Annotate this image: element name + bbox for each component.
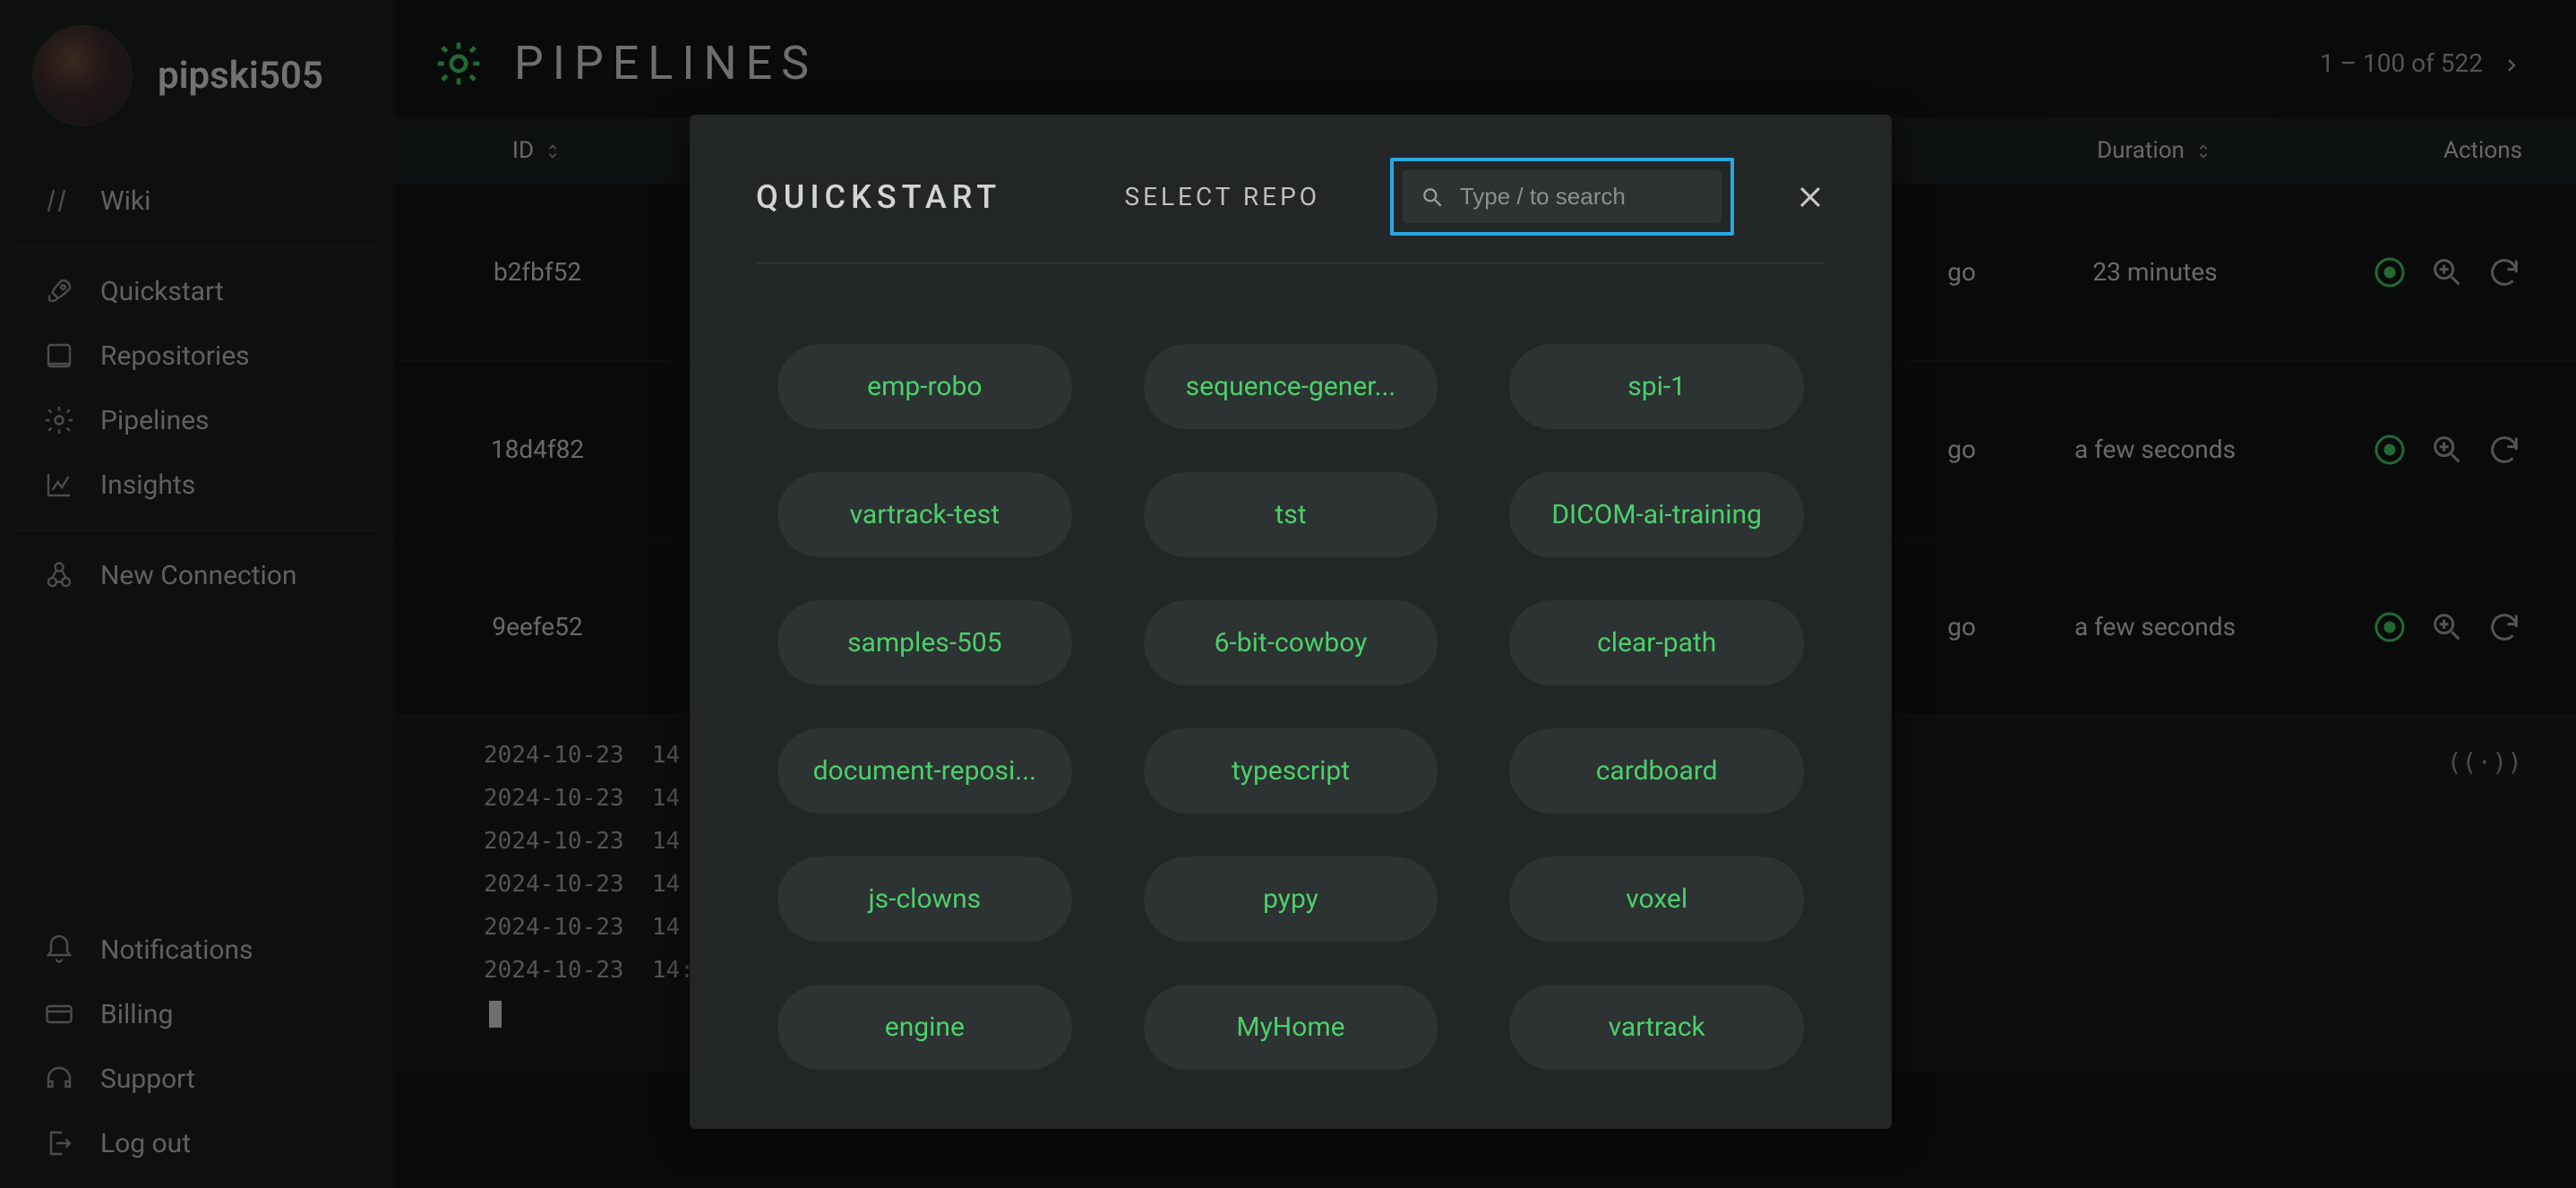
repo-pill[interactable]: engine: [777, 985, 1072, 1070]
repo-pill[interactable]: spi-1: [1509, 344, 1804, 429]
modal-header: QUICKSTART SELECT REPO: [756, 158, 1825, 263]
repo-pill[interactable]: clear-path: [1509, 600, 1804, 685]
repo-pill[interactable]: MyHome: [1144, 985, 1438, 1070]
repo-pill[interactable]: vartrack: [1509, 985, 1804, 1070]
search-input[interactable]: [1460, 183, 1704, 211]
search-focus-ring: [1390, 158, 1734, 236]
search-icon: [1421, 184, 1444, 211]
repo-pill[interactable]: emp-robo: [777, 344, 1072, 429]
modal-subtitle: SELECT REPO: [1124, 182, 1320, 211]
repo-pill[interactable]: tst: [1144, 472, 1438, 557]
repo-pill[interactable]: DICOM-ai-training: [1509, 472, 1804, 557]
repo-pill[interactable]: 6-bit-cowboy: [1144, 600, 1438, 685]
modal-title: QUICKSTART: [756, 178, 1001, 216]
repo-pill[interactable]: sequence-gener...: [1144, 344, 1438, 429]
repo-grid: emp-robo sequence-gener... spi-1 vartrack-t…: [756, 263, 1825, 1070]
repo-pill[interactable]: voxel: [1509, 857, 1804, 942]
search-box[interactable]: [1403, 170, 1722, 223]
close-icon[interactable]: [1795, 182, 1825, 212]
repo-pill[interactable]: cardboard: [1509, 728, 1804, 814]
repo-pill[interactable]: js-clowns: [777, 857, 1072, 942]
repo-pill[interactable]: samples-505: [777, 600, 1072, 685]
repo-pill[interactable]: document-reposi...: [777, 728, 1072, 814]
repo-pill[interactable]: pypy: [1144, 857, 1438, 942]
repo-pill[interactable]: typescript: [1144, 728, 1438, 814]
repo-pill[interactable]: vartrack-test: [777, 472, 1072, 557]
quickstart-modal: QUICKSTART SELECT REPO emp-robo sequence-…: [690, 115, 1892, 1129]
